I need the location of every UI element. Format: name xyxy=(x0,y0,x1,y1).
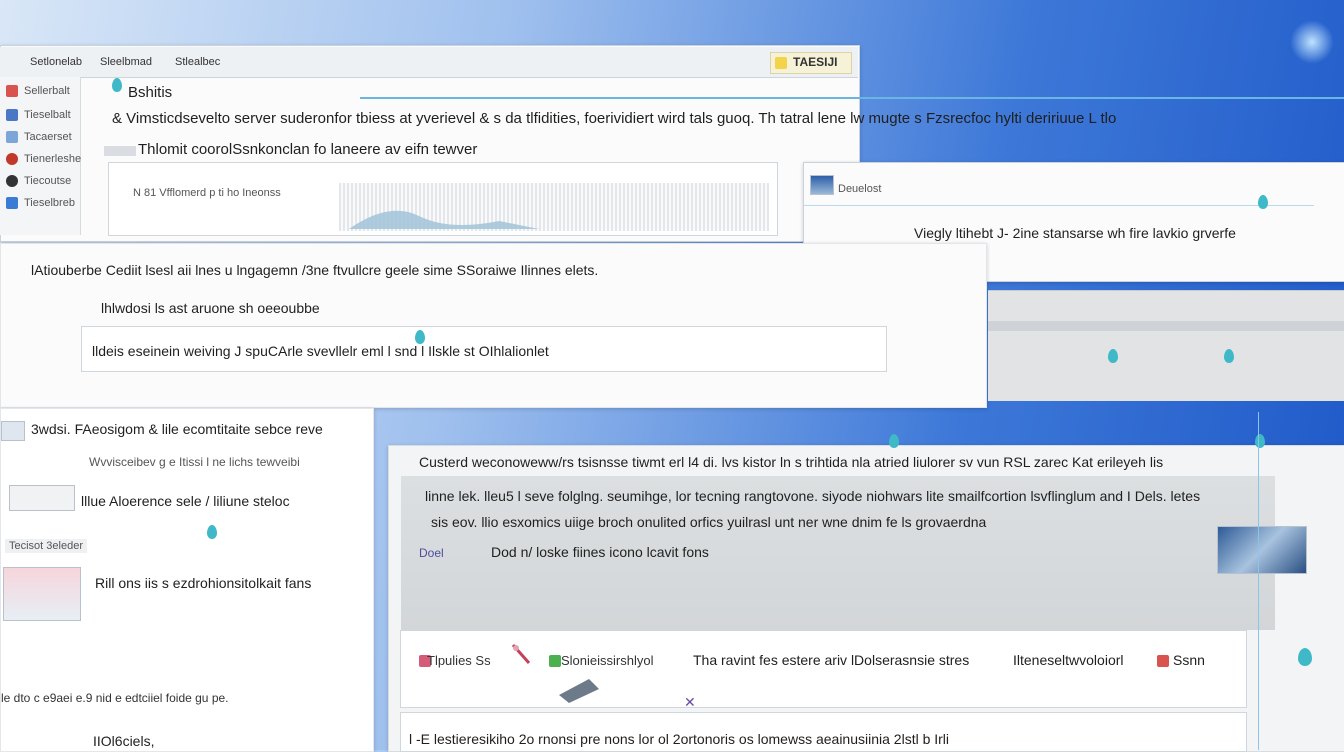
right-dock xyxy=(988,290,1344,401)
sidebar-item-label: Tieselbreb xyxy=(24,197,75,209)
bottom-item-5[interactable]: Ssnn xyxy=(1173,652,1205,668)
main-para1: linne lek. lleu5 l seve folglng. seumihg… xyxy=(425,488,1201,504)
link-text[interactable]: Dod n/ loske fiines icono lcavit fons xyxy=(491,544,709,560)
pen-icon xyxy=(511,644,531,664)
badge[interactable]: TAESIJI xyxy=(770,52,852,74)
header-subtitle: Thlomit coorolSsnkonclan fo laneere av e… xyxy=(138,141,478,158)
bottom-item-4[interactable]: Ilteneseltwvoloiorl xyxy=(1013,652,1124,668)
drop-marker-icon xyxy=(1108,349,1118,363)
panel-tab[interactable]: Tecisot 3eleder xyxy=(5,539,87,553)
last-item[interactable]: IIOl6ciels, xyxy=(93,733,154,749)
section-caption: lllue Aloerence sele / liliune steloc xyxy=(81,493,290,509)
drop-marker-icon xyxy=(1255,434,1265,448)
bottom-toolbar: Tlpulies Ss Slonieissirshlyol Tha ravint… xyxy=(400,630,1247,708)
band-heading: lAtiouberbe Cediit lsesl aii lnes u lnga… xyxy=(31,262,599,278)
section-heading: 3wdsi. FAeosigom & lile ecomtitaite sebc… xyxy=(31,421,323,437)
close-icon[interactable]: ✕ xyxy=(684,694,696,711)
drop-marker-icon xyxy=(1298,648,1312,666)
drop-marker-icon xyxy=(1258,195,1268,209)
footer-line: le dto c e9aei e.9 nid e edtciiel foide … xyxy=(1,691,229,705)
band-input[interactable]: lldeis eseinein weiving J spuCArle svevl… xyxy=(81,326,887,372)
preview-caption: N 81 Vfflomerd p ti ho Ineonss xyxy=(133,187,281,199)
toolbar-tab-1[interactable]: Setlonelab xyxy=(30,56,82,68)
widget-box[interactable] xyxy=(9,485,75,511)
main-para2: sis eov. llio esxomics uiige broch onuli… xyxy=(431,514,987,530)
doc-icon xyxy=(6,131,18,143)
drop-marker-icon xyxy=(207,525,217,539)
sidebar-item-label: Tienerleshe xyxy=(24,153,82,165)
user-icon xyxy=(6,197,18,209)
panel-text: Viegly ltihebt J- 2ine stansarse wh fire… xyxy=(914,225,1236,241)
sidebar-item-label: Tieselbalt xyxy=(24,109,71,121)
preview-field[interactable]: N 81 Vfflomerd p ti ho Ineonss xyxy=(108,162,778,236)
badge-icon xyxy=(775,57,787,69)
bottom-item-3[interactable]: Tha ravint fes estere ariv lDolserasnsie… xyxy=(693,652,969,668)
drop-marker-icon xyxy=(415,330,425,344)
sidebar: Sellerbalt Tieselbalt Tacaerset Tienerle… xyxy=(0,77,81,235)
chart-thumbnail[interactable] xyxy=(3,567,81,621)
section-sub: Wvvisceibev g e Itissi l ne lichs tewvei… xyxy=(89,455,300,469)
check-icon xyxy=(549,655,561,667)
toolbar: Setlonelab Sleelbmad Stlealbec TAESIJI xyxy=(0,47,858,78)
band-label: lhlwdosi ls ast aruone sh oeeoubbe xyxy=(101,300,320,316)
bottom-item-2[interactable]: Slonieissirshlyol xyxy=(561,653,653,668)
header-small-tab xyxy=(104,146,136,156)
band-input-text: lldeis eseinein weiving J spuCArle svevl… xyxy=(92,343,549,359)
header-description: & Vimsticdsevelto server suderonfor tbie… xyxy=(112,110,1117,127)
bottom-item-1[interactable]: Tlpulies Ss xyxy=(427,653,491,668)
toolbar-tab-2[interactable]: Sleelbmad xyxy=(100,56,152,68)
thumbnail-icon[interactable] xyxy=(810,175,834,195)
image-thumbnail[interactable] xyxy=(1217,526,1307,574)
drop-marker-icon xyxy=(112,78,122,92)
guide-line xyxy=(1258,412,1259,750)
wave-icon xyxy=(349,210,539,229)
sidebar-item-label: Sellerbalt xyxy=(24,85,70,97)
row-label: Rill ons iis s ezdrohionsitolkait fans xyxy=(95,575,312,591)
record-icon xyxy=(1157,655,1169,667)
drop-marker-icon xyxy=(889,434,899,448)
bottom-row-2-text: l -E lestieresikiho 2o rnonsi pre nons l… xyxy=(409,731,950,747)
badge-label: TAESIJI xyxy=(793,55,838,69)
toolbar-tab-3[interactable]: Stlealbec xyxy=(175,56,220,68)
middle-band: lAtiouberbe Cediit lsesl aii lnes u lnga… xyxy=(0,243,987,408)
lower-left-window: 3wdsi. FAeosigom & lile ecomtitaite sebc… xyxy=(0,408,374,752)
bottom-row-2[interactable]: l -E lestieresikiho 2o rnonsi pre nons l… xyxy=(400,712,1247,752)
folder-icon[interactable] xyxy=(1,421,25,441)
accent-line xyxy=(360,97,1344,99)
panel-divider xyxy=(804,205,1314,206)
drop-marker-icon xyxy=(1224,349,1234,363)
header-title: Bshitis xyxy=(128,84,173,101)
settings-icon xyxy=(6,175,18,187)
desktop-glow xyxy=(1290,20,1334,64)
record-icon xyxy=(6,153,18,165)
sidebar-item-label: Tiecoutse xyxy=(24,175,72,187)
scanner-icon xyxy=(559,679,599,703)
dock-bar xyxy=(988,321,1344,331)
link-label[interactable]: Doel xyxy=(419,546,444,560)
main-heading: Custerd weconoweww/rs tsisnsse tiwmt erl… xyxy=(419,454,1164,470)
grid-icon xyxy=(6,109,18,121)
thumb-label: Deuelost xyxy=(838,183,882,195)
sidebar-item-label: Tacaerset xyxy=(24,131,72,143)
mail-icon xyxy=(6,85,18,97)
